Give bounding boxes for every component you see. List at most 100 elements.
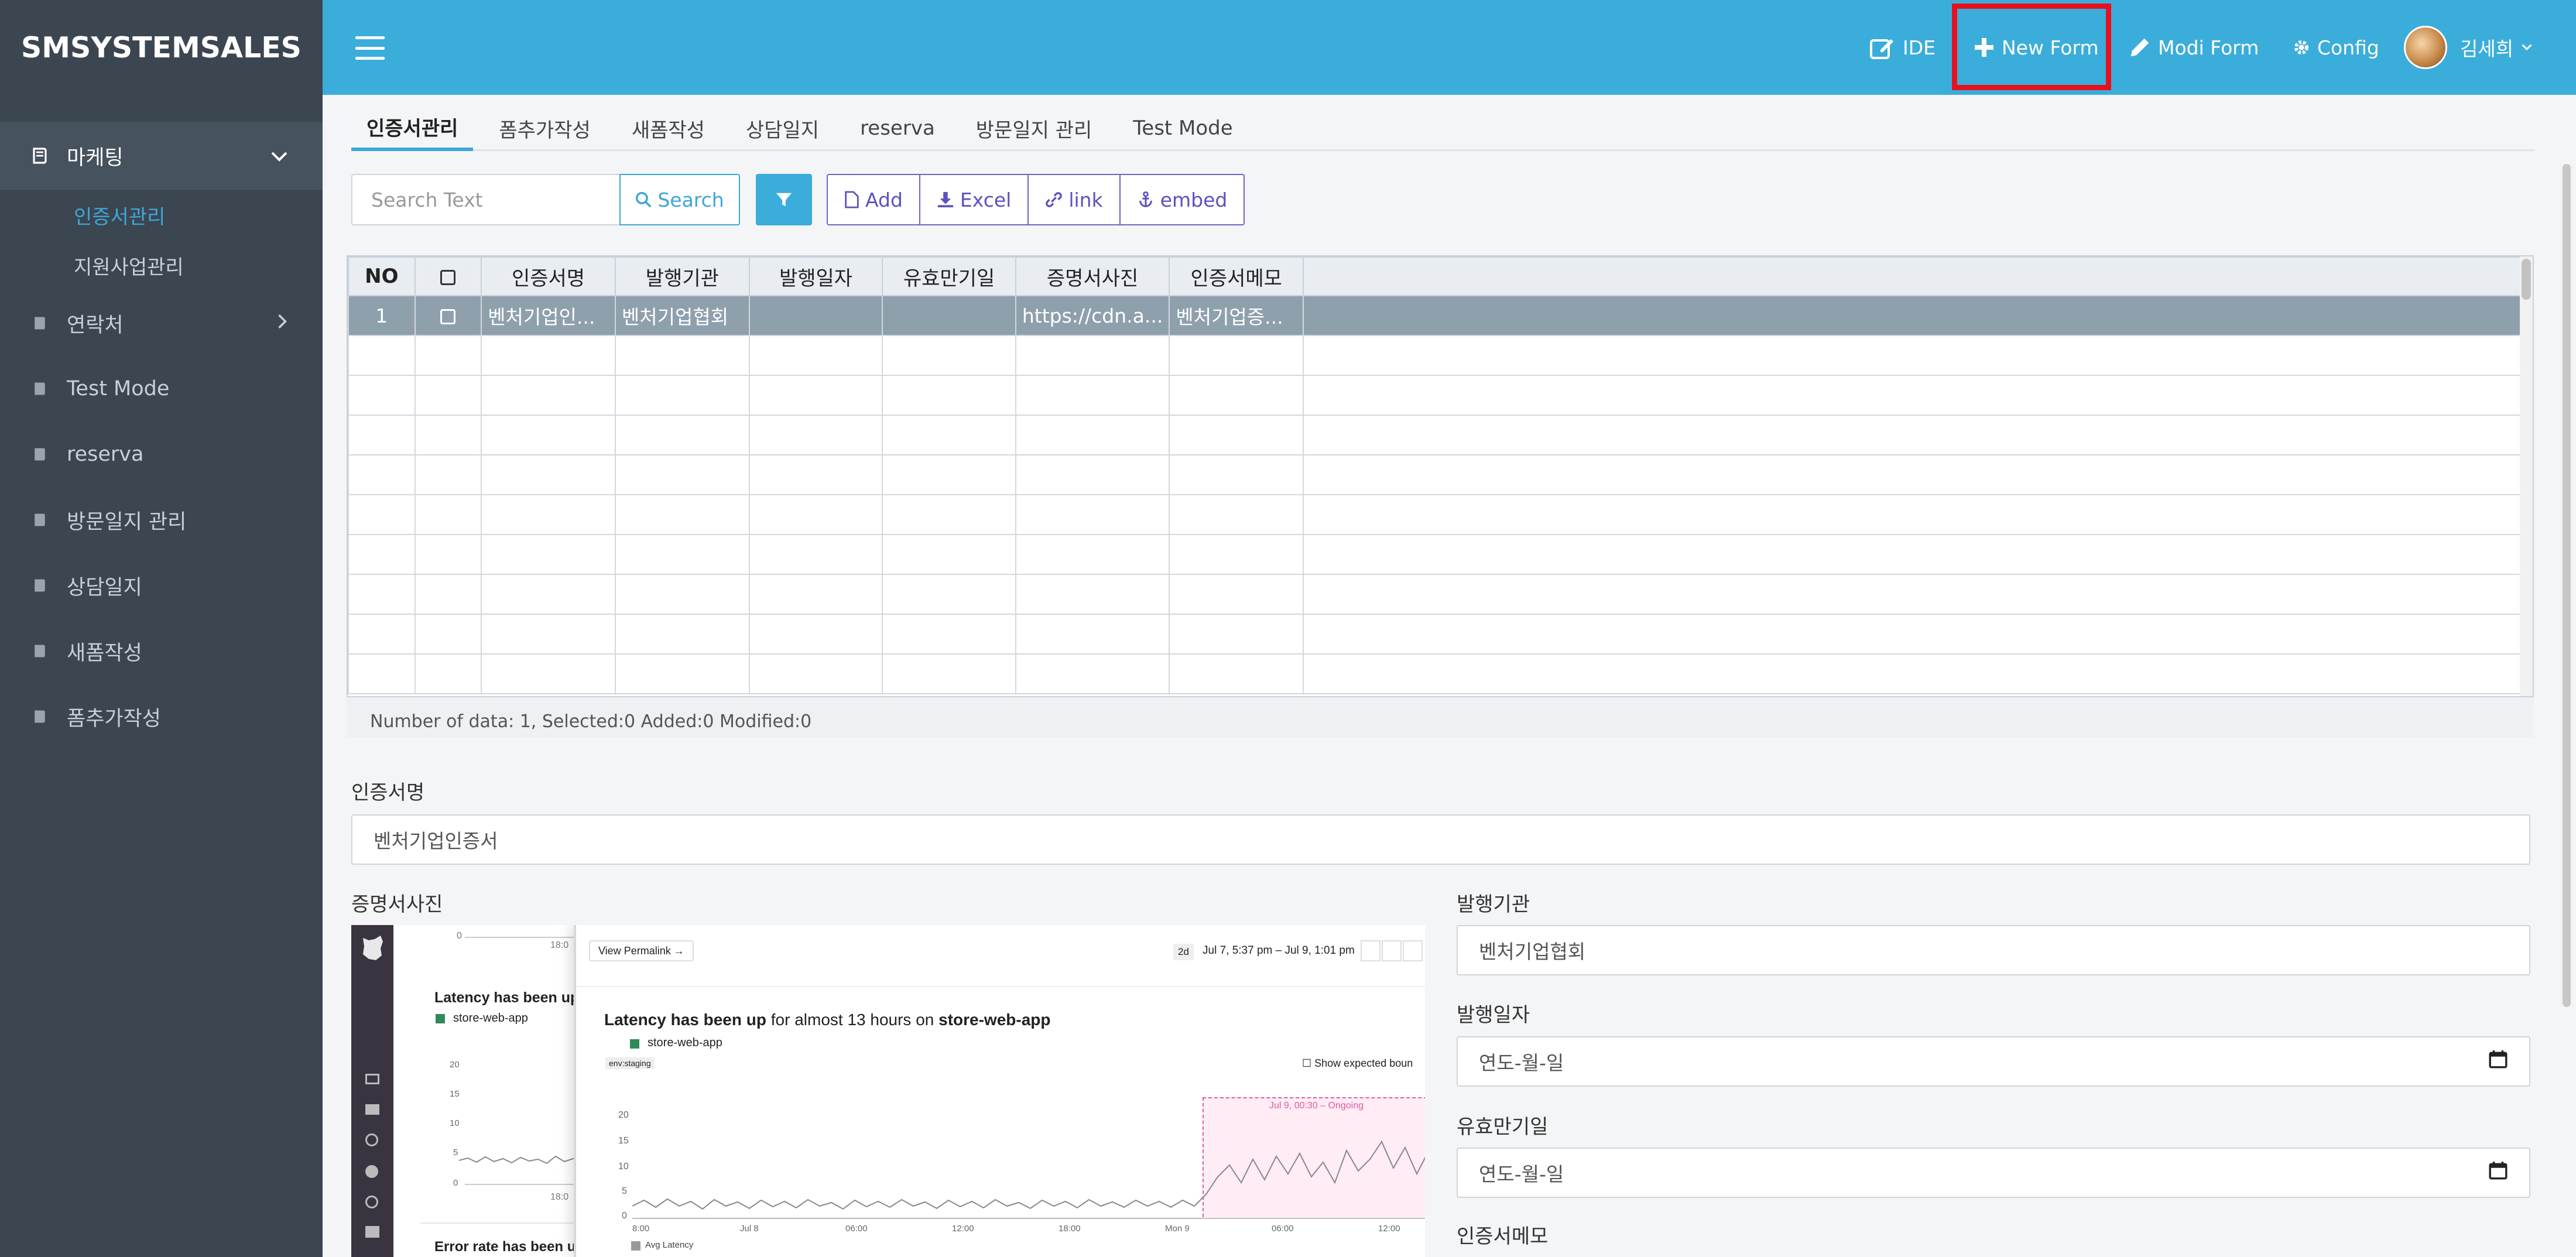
sidebar-item-contacts[interactable]: 연락처 — [0, 290, 323, 356]
photo-label: 증명서사진 — [351, 893, 443, 916]
config-button[interactable]: Config — [2293, 0, 2379, 95]
header-photo[interactable]: 증명서사진 — [1015, 256, 1170, 296]
cell-checkbox[interactable] — [414, 295, 482, 336]
header-issue-date[interactable]: 발행일자 — [748, 256, 883, 296]
book-icon — [30, 379, 49, 398]
tab-certificates[interactable]: 인증서관리 — [351, 105, 474, 151]
search-icon — [636, 191, 652, 208]
nav-icon — [365, 1104, 379, 1115]
checkbox[interactable] — [440, 269, 456, 285]
link-icon — [1046, 192, 1063, 207]
header-expiry[interactable]: 유효만기일 — [882, 256, 1016, 296]
cell-photo[interactable]: https://cdn.a... — [1015, 295, 1170, 336]
calendar-icon[interactable] — [2488, 1160, 2508, 1185]
search-input[interactable]: Search Text — [351, 174, 621, 225]
header-memo[interactable]: 인증서메모 — [1169, 256, 1304, 296]
calendar-icon[interactable] — [2488, 1049, 2508, 1074]
search-button[interactable]: Search — [619, 174, 740, 225]
user-menu[interactable]: 김세희 — [2404, 0, 2539, 95]
axis-tick: 0 — [622, 1211, 627, 1221]
axis-tick: 10 — [450, 1118, 460, 1128]
hamburger-menu-icon[interactable] — [355, 36, 385, 60]
sidebar-item-test-mode[interactable]: Test Mode — [0, 356, 323, 422]
cell-issue-date[interactable] — [748, 295, 883, 336]
left-card-title: Latency has been up — [434, 989, 580, 1006]
dog-logo-icon — [363, 936, 383, 960]
certificate-photo-preview[interactable]: 0 18:0 Latency has been up store-web-app… — [351, 925, 1425, 1257]
series-label: store-web-app — [648, 1036, 722, 1049]
nav-icon — [365, 1226, 379, 1238]
header-no[interactable]: NO — [348, 256, 416, 296]
issue-date-field[interactable]: 연도-월-일 — [1457, 1036, 2530, 1087]
axis-tick: 18:0 — [550, 1192, 569, 1202]
sidebar-item-label: 마케팅 — [67, 146, 124, 170]
nav-icon — [365, 1133, 378, 1146]
excel-button[interactable]: Excel — [920, 175, 1029, 224]
gear-icon — [2294, 40, 2308, 54]
series-swatch — [436, 1014, 445, 1023]
avatar — [2404, 26, 2447, 69]
expiry-field[interactable]: 연도-월-일 — [1457, 1148, 2530, 1198]
book-icon — [30, 576, 49, 595]
issuer-field[interactable]: 벤처기업협회 — [1457, 925, 2530, 975]
edit-icon — [1870, 39, 1893, 59]
cell-expiry[interactable] — [882, 295, 1016, 336]
table-row[interactable]: 1 벤처기업인... 벤처기업협회 https://cdn.a... 벤처기업증… — [348, 295, 2533, 336]
sidebar-item-label: 폼추가작성 — [67, 707, 162, 731]
chevron-down-icon — [271, 144, 287, 167]
expiry-label: 유효만기일 — [1457, 1115, 1549, 1139]
checkbox[interactable] — [440, 309, 456, 324]
axis-tick: 06:00 — [845, 1224, 868, 1234]
legend-label: Avg Latency — [645, 1240, 694, 1250]
tab-new-form[interactable]: 새폼작성 — [616, 105, 720, 151]
cell-issuer[interactable]: 벤처기업협회 — [614, 295, 750, 336]
book-icon — [30, 642, 49, 660]
sidebar-item-reserva[interactable]: reserva — [0, 422, 323, 487]
data-grid: NO 인증서명 발행기관 발행일자 유효만기일 증명서사진 인증서메모 1 벤처… — [347, 255, 2534, 697]
page-scrollbar[interactable] — [2560, 164, 2573, 1007]
sidebar-item-new-form[interactable]: 새폼작성 — [0, 618, 323, 684]
modi-form-button[interactable]: Modi Form — [2129, 0, 2259, 95]
sidebar-item-marketing[interactable]: 마케팅 — [0, 122, 323, 190]
brand-logo[interactable]: SMSYSTEMSALES — [0, 0, 323, 95]
table-header-row: NO 인증서명 발행기관 발행일자 유효만기일 증명서사진 인증서메모 — [348, 256, 2533, 296]
tab-add-form[interactable]: 폼추가작성 — [484, 105, 605, 151]
sidebar-item-consult-log[interactable]: 상담일지 — [0, 553, 323, 618]
ide-button[interactable]: IDE — [1870, 0, 1936, 95]
filter-button[interactable] — [756, 174, 812, 225]
empty-row — [348, 574, 2533, 615]
book-icon — [30, 314, 49, 333]
tab-reserva[interactable]: reserva — [845, 105, 950, 151]
add-button[interactable]: Add — [828, 175, 920, 224]
header-issuer[interactable]: 발행기관 — [614, 256, 750, 296]
link-button[interactable]: link — [1029, 175, 1121, 224]
grid-scrollbar[interactable] — [2520, 256, 2533, 696]
axis-tick: 18:00 — [1059, 1224, 1081, 1234]
header-select-all[interactable] — [414, 256, 482, 296]
axis-tick: 18:0 — [550, 940, 569, 950]
empty-row — [348, 653, 2533, 694]
tab-test-mode[interactable]: Test Mode — [1118, 105, 1248, 151]
alert-title: Latency has been up for almost 13 hours … — [604, 1011, 1051, 1029]
sidebar-item-label: 연락처 — [67, 313, 124, 337]
tab-consult-log[interactable]: 상담일지 — [731, 105, 834, 151]
sidebar-item-label: Test Mode — [67, 377, 170, 400]
cert-name-field[interactable]: 벤처기업인증서 — [351, 814, 2530, 865]
config-label: Config — [2317, 36, 2379, 59]
modi-form-label: Modi Form — [2158, 36, 2259, 59]
axis-tick: 15 — [618, 1136, 629, 1146]
submenu-item-certificates[interactable]: 인증서관리 — [0, 190, 323, 240]
sidebar-item-add-form[interactable]: 폼추가작성 — [0, 684, 323, 749]
axis-tick: Mon 9 — [1165, 1224, 1190, 1234]
cell-no[interactable]: 1 — [348, 295, 416, 336]
embed-button[interactable]: embed — [1121, 175, 1244, 224]
sidebar-item-visit-log[interactable]: 방문일지 관리 — [0, 487, 323, 553]
tab-visit-log[interactable]: 방문일지 관리 — [961, 105, 1108, 151]
axis-tick: 10 — [618, 1162, 629, 1172]
link-label: link — [1068, 188, 1103, 211]
preview-left-panel: 0 18:0 Latency has been up store-web-app… — [420, 925, 600, 1257]
cell-cert-name[interactable]: 벤처기업인... — [481, 295, 616, 336]
header-cert-name[interactable]: 인증서명 — [481, 256, 616, 296]
submenu-item-support-projects[interactable]: 지원사업관리 — [0, 240, 323, 290]
cell-memo[interactable]: 벤처기업증... — [1169, 295, 1304, 336]
